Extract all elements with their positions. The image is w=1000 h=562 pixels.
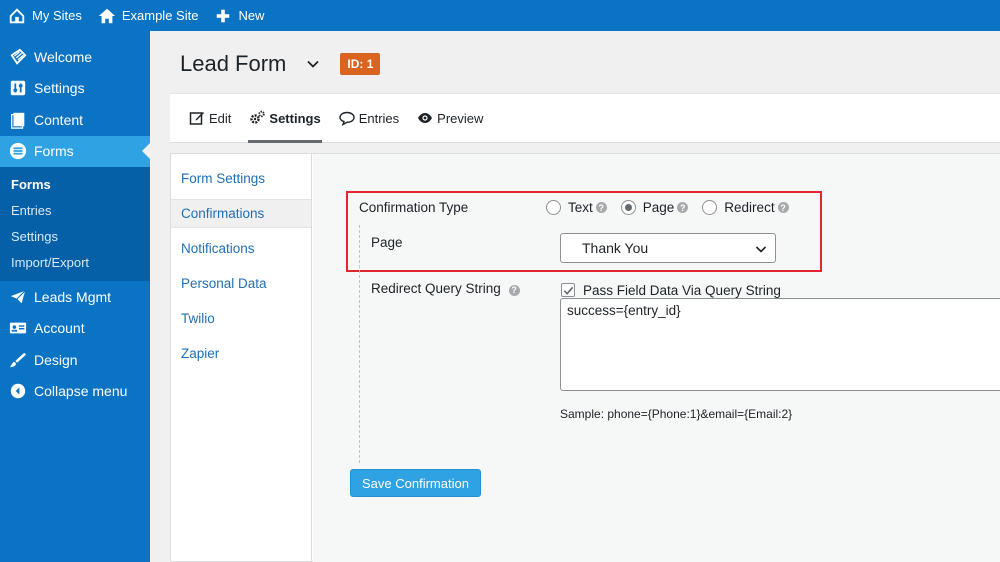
my-sites-icon — [9, 7, 25, 23]
leads-envelope-icon — [10, 290, 26, 304]
radio-redirect[interactable] — [702, 200, 718, 215]
sidebar-item-label: Welcome — [34, 48, 93, 65]
radio-page[interactable] — [620, 200, 636, 215]
help-icon[interactable]: ? — [508, 284, 520, 296]
settings-nav-form-settings[interactable]: Form Settings — [171, 164, 311, 193]
settings-side-nav: Form Settings Confirmations Notification… — [171, 154, 312, 562]
chevron-down-icon[interactable] — [306, 57, 320, 71]
sidebar-item-label: Leads Mgmt — [34, 288, 112, 305]
settings-nav-confirmations[interactable]: Confirmations — [171, 199, 311, 228]
confirmation-panel: Confirmation Type Text ? Page ? Redirect… — [313, 154, 1000, 562]
collapse-menu-button[interactable]: Collapse menu — [0, 376, 150, 408]
main-area: Lead Form ID: 1 Edit Settings Entries Pr… — [150, 31, 1000, 562]
form-title-row: Lead Form ID: 1 — [180, 49, 381, 79]
sidebar-item-design[interactable]: Design — [0, 344, 150, 376]
sidebar-item-forms[interactable]: Forms — [0, 135, 150, 167]
page-label: Page — [371, 235, 403, 250]
page-title: Lead Form — [180, 51, 287, 76]
sidebar-item-label: Account — [34, 320, 85, 337]
settings-nav-notifications[interactable]: Notifications — [171, 234, 311, 263]
sidebar-item-label: Settings — [34, 80, 85, 97]
home-icon — [98, 8, 115, 23]
new-label: New — [238, 8, 265, 23]
forms-icon — [9, 143, 27, 160]
sidebar-item-content[interactable]: Content — [0, 104, 150, 136]
tab-label: Settings — [269, 110, 321, 126]
confirmation-type-options: Text ? Page ? Redirect ? — [546, 200, 803, 215]
page-select[interactable]: Thank You — [560, 233, 776, 263]
my-sites-label: My Sites — [32, 8, 82, 23]
edit-pencil-icon — [189, 112, 204, 125]
site-name-link[interactable]: Example Site — [90, 0, 207, 31]
sample-text: Sample: phone={Phone:1}&email={Email:2} — [560, 407, 793, 421]
design-brush-icon — [9, 352, 27, 367]
sidebar-item-label: Forms — [34, 143, 74, 160]
collapse-arrow-icon — [10, 384, 26, 399]
checkmark-icon — [563, 286, 573, 295]
tab-label: Preview — [437, 110, 484, 126]
sidebar-item-label: Design — [34, 351, 78, 368]
sidebar-item-settings[interactable]: Settings — [0, 73, 150, 105]
radio-text[interactable] — [546, 200, 561, 215]
content-pages-icon — [11, 112, 25, 129]
settings-sliders-icon — [10, 81, 26, 96]
form-tabs: Edit Settings Entries Preview — [170, 93, 1000, 143]
help-icon[interactable]: ? — [595, 202, 607, 213]
sidebar-item-label: Collapse menu — [34, 383, 128, 400]
sidebar-item-leads[interactable]: Leads Mgmt — [0, 281, 150, 313]
account-card-icon — [9, 322, 27, 334]
submenu-item-entries[interactable]: Entries — [0, 197, 150, 223]
tab-settings[interactable]: Settings — [240, 94, 329, 143]
form-id-badge: ID: 1 — [340, 53, 381, 75]
pass-field-data-checkbox[interactable] — [561, 283, 575, 297]
settings-nav-personal-data[interactable]: Personal Data — [171, 269, 311, 298]
sidebar-item-account[interactable]: Account — [0, 313, 150, 345]
submenu-item-import-export[interactable]: Import/Export — [0, 249, 150, 275]
radio-page-label: Page — [642, 200, 675, 215]
redirect-query-label-text: Redirect Query String — [371, 281, 501, 296]
confirmation-type-label: Confirmation Type — [359, 200, 469, 215]
settings-nav-twilio[interactable]: Twilio — [171, 304, 311, 333]
pass-field-data-label: Pass Field Data Via Query String — [583, 283, 781, 298]
admin-bar: My Sites Example Site New — [0, 0, 1000, 31]
help-icon[interactable]: ? — [777, 202, 789, 213]
tab-edit[interactable]: Edit — [170, 94, 240, 142]
new-content-link[interactable]: New — [206, 0, 272, 31]
tab-preview[interactable]: Preview — [408, 94, 492, 142]
welcome-icon — [10, 48, 27, 65]
radio-redirect-label: Redirect — [724, 200, 775, 215]
query-string-textarea[interactable]: success={entry_id} — [560, 298, 1000, 391]
sidebar-item-welcome[interactable]: Welcome — [0, 41, 150, 73]
submenu-item-forms[interactable]: Forms — [0, 171, 150, 197]
comment-bubble-icon — [339, 111, 355, 126]
save-confirmation-button[interactable]: Save Confirmation — [350, 469, 481, 497]
tab-label: Edit — [209, 110, 232, 126]
indent-divider — [359, 225, 360, 463]
admin-sidebar: Welcome Settings Content Forms Forms Ent… — [0, 31, 150, 562]
forms-submenu: Forms Entries Settings Import/Export — [0, 167, 150, 281]
settings-nav-zapier[interactable]: Zapier — [171, 339, 311, 368]
eye-icon — [418, 113, 433, 123]
help-icon[interactable]: ? — [677, 202, 689, 213]
page-select-value: Thank You — [582, 240, 649, 256]
submenu-item-settings[interactable]: Settings — [0, 223, 150, 249]
tab-label: Entries — [358, 110, 400, 126]
my-sites-link[interactable]: My Sites — [0, 0, 90, 31]
redirect-query-label: Redirect Query String ? — [371, 281, 520, 296]
settings-content: Form Settings Confirmations Notification… — [170, 153, 1000, 562]
sidebar-item-label: Content — [34, 111, 84, 128]
gears-icon — [250, 110, 266, 124]
tab-entries[interactable]: Entries — [330, 94, 408, 142]
site-name-label: Example Site — [121, 8, 199, 23]
plus-icon — [217, 9, 230, 22]
chevron-down-icon — [755, 246, 767, 253]
radio-text-label: Text — [568, 200, 593, 215]
